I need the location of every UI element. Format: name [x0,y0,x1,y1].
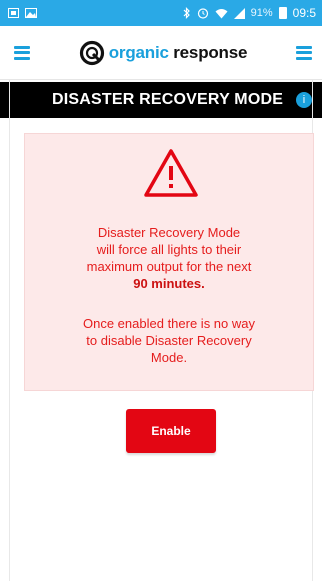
app-header: organic response [0,26,322,80]
clock: 09:5 [292,6,316,20]
warning-message: Disaster Recovery Mode will force all li… [86,225,252,291]
warning-note: Once enabled there is no way to disable … [83,316,255,365]
title-bar: DISASTER RECOVERY MODE i [0,82,322,118]
battery-icon [278,7,287,19]
duration: 90 minutes [133,276,202,291]
bluetooth-icon [183,7,191,19]
screenshot-icon [8,8,19,18]
alarm-icon [197,7,209,19]
left-menu-icon[interactable] [14,45,30,60]
logo-word-response: response [173,42,248,62]
warning-panel: Disaster Recovery Mode will force all li… [24,133,314,391]
logo-word-organic: organic [108,42,169,62]
signal-icon [233,7,245,19]
organic-response-logo: organic response [79,40,248,66]
logo-mark-icon [79,40,104,65]
right-menu-icon[interactable] [295,45,312,60]
warning-triangle-icon [144,149,198,197]
status-bar: 91% 09:5 [0,0,322,26]
left-divider [9,80,10,581]
page-title: DISASTER RECOVERY MODE [52,91,284,108]
battery-percent: 91% [250,7,273,19]
gallery-icon [25,8,37,18]
info-icon[interactable]: i [296,92,312,108]
enable-button[interactable]: Enable [126,409,216,453]
wifi-icon [215,8,228,19]
